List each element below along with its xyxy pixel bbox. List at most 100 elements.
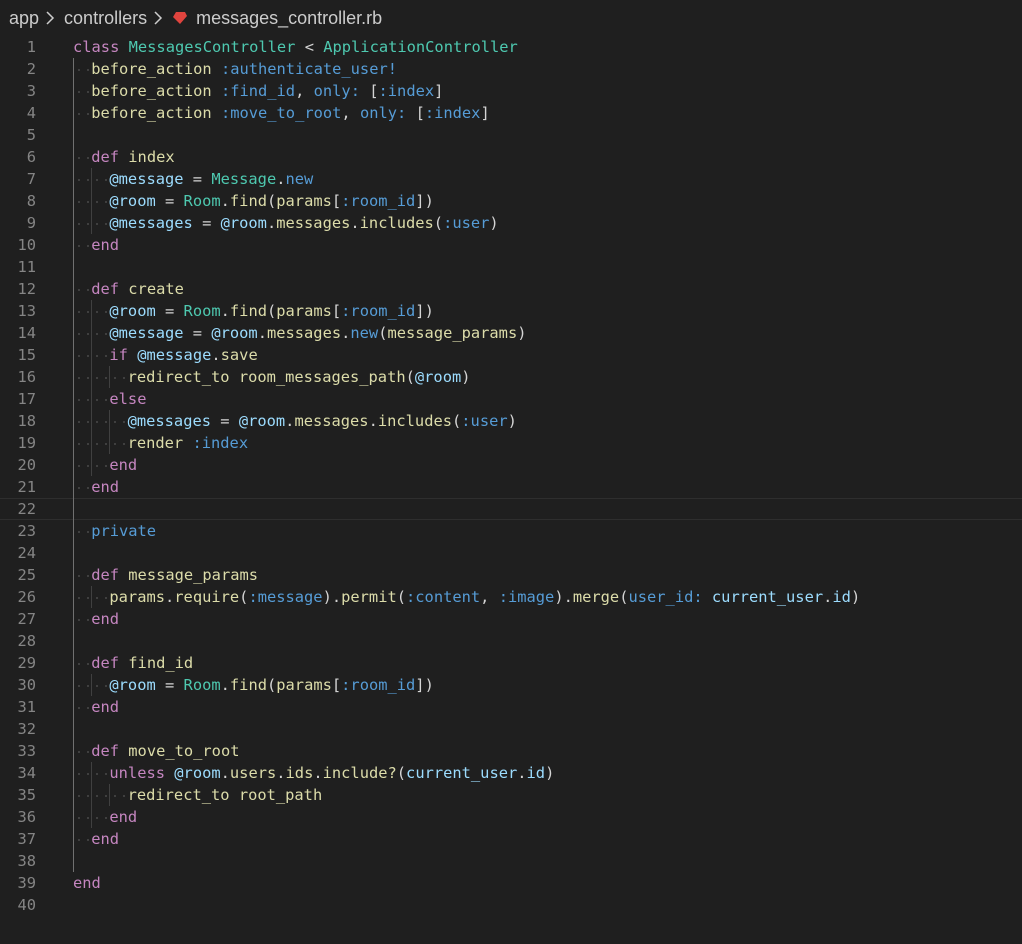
code-token: params	[276, 192, 332, 210]
code-token: save	[220, 346, 258, 364]
indent-guide	[73, 168, 74, 190]
code-line[interactable]: 15 if @message.save	[0, 344, 1022, 366]
line-number: 6	[26, 148, 36, 166]
whitespace-dot	[78, 69, 80, 71]
indent-guide	[91, 410, 93, 432]
indent-guide	[109, 432, 111, 454]
code-token: .	[276, 170, 286, 188]
code-line[interactable]: 38	[0, 850, 1022, 872]
code-line[interactable]: 40	[0, 894, 1022, 916]
code-line[interactable]: 14 @message = @room.messages.new(message_…	[0, 322, 1022, 344]
code-line[interactable]: 22	[0, 498, 1022, 520]
code-line[interactable]: 6 def index	[0, 146, 1022, 168]
code-line[interactable]: 27 end	[0, 608, 1022, 630]
code-token: redirect_to	[127, 368, 230, 386]
code-token: ])	[415, 302, 434, 320]
breadcrumb-item-app[interactable]: app	[9, 8, 39, 29]
breadcrumb: app controllers messages_controller.rb	[0, 0, 1022, 36]
code-line[interactable]: 32	[0, 718, 1022, 740]
code-line[interactable]: 11	[0, 256, 1022, 278]
code-token: messages	[294, 412, 369, 430]
code-token: end	[91, 236, 119, 254]
code-token: ])	[415, 192, 434, 210]
whitespace-dot	[87, 663, 89, 665]
code-line[interactable]: 30 @room = Room.find(params[:room_id])	[0, 674, 1022, 696]
code-line[interactable]: 12 def create	[0, 278, 1022, 300]
code-line[interactable]: 20 end	[0, 454, 1022, 476]
code-token: new	[350, 324, 379, 342]
code-token: else	[109, 390, 147, 408]
code-text: else	[109, 388, 146, 410]
whitespace-dot	[87, 179, 89, 181]
code-token: includes	[359, 214, 434, 232]
code-token: (	[433, 214, 444, 232]
code-line[interactable]: 19 render :index	[0, 432, 1022, 454]
code-token: ,	[480, 588, 499, 606]
code-line[interactable]: 31 end	[0, 696, 1022, 718]
code-token: )	[545, 764, 555, 782]
code-line[interactable]: 35 redirect_to root_path	[0, 784, 1022, 806]
code-line[interactable]: 8 @room = Room.find(params[:room_id])	[0, 190, 1022, 212]
line-number: 30	[17, 676, 36, 694]
code-line[interactable]: 36 end	[0, 806, 1022, 828]
code-line[interactable]: 13 @room = Room.find(params[:room_id])	[0, 300, 1022, 322]
code-line[interactable]: 28	[0, 630, 1022, 652]
line-number: 3	[26, 82, 36, 100]
code-text: redirect_to room_messages_path(@room)	[128, 366, 471, 388]
code-line[interactable]: 18 @messages = @room.messages.includes(:u…	[0, 410, 1022, 432]
breadcrumb-item-file[interactable]: messages_controller.rb	[196, 8, 382, 29]
code-line[interactable]: 16 redirect_to room_messages_path(@room)	[0, 366, 1022, 388]
whitespace-dot	[78, 487, 80, 489]
code-line[interactable]: 2 before_action :authenticate_user!	[0, 58, 1022, 80]
code-token: ).	[322, 588, 342, 606]
whitespace-dot	[78, 223, 80, 225]
whitespace-dot	[78, 685, 80, 687]
code-line[interactable]: 23 private	[0, 520, 1022, 542]
code-line[interactable]: 10 end	[0, 234, 1022, 256]
code-token: unless	[109, 764, 165, 782]
code-line[interactable]: 1 class MessagesController < ApplicationC…	[0, 36, 1022, 58]
indent-guide	[73, 520, 74, 542]
code-token: require	[174, 588, 240, 606]
code-token: ]	[480, 104, 490, 122]
code-line[interactable]: 39 end	[0, 872, 1022, 894]
code-text: def message_params	[91, 564, 258, 586]
indent-guide	[73, 498, 74, 520]
code-text: class MessagesController < ApplicationCo…	[73, 36, 518, 58]
code-line[interactable]: 33 def move_to_root	[0, 740, 1022, 762]
code-token: Message	[211, 170, 277, 188]
code-token: .	[341, 324, 351, 342]
code-line[interactable]: 34 unless @room.users.ids.include?(curren…	[0, 762, 1022, 784]
code-line[interactable]: 26 params.require(:message).permit(:conte…	[0, 586, 1022, 608]
code-line[interactable]: 17 else	[0, 388, 1022, 410]
code-token: end	[109, 808, 138, 826]
code-line[interactable]: 24	[0, 542, 1022, 564]
line-number: 33	[17, 742, 36, 760]
indent-guide	[73, 80, 74, 102]
code-line[interactable]: 29 def find_id	[0, 652, 1022, 674]
breadcrumb-item-controllers[interactable]: controllers	[64, 8, 147, 29]
code-token: :index	[378, 82, 435, 100]
code-editor[interactable]: 1 class MessagesController < ApplicationC…	[0, 36, 1022, 944]
code-line[interactable]: 9 @messages = @room.messages.includes(:us…	[0, 212, 1022, 234]
code-line[interactable]: 37 end	[0, 828, 1022, 850]
indent-guide	[91, 168, 93, 190]
code-line[interactable]: 3 before_action :find_id, only: [:index]	[0, 80, 1022, 102]
code-token: .	[220, 302, 230, 320]
code-line[interactable]: 25 def message_params	[0, 564, 1022, 586]
whitespace-dot	[87, 201, 89, 203]
whitespace-dot	[87, 443, 89, 445]
code-token: :room_id	[341, 676, 416, 694]
code-token: ,	[341, 104, 360, 122]
code-line[interactable]: 21 end	[0, 476, 1022, 498]
code-line[interactable]: 5	[0, 124, 1022, 146]
code-line[interactable]: 7 @message = Message.new	[0, 168, 1022, 190]
indent-guide	[91, 586, 93, 608]
code-line[interactable]: 4 before_action :move_to_root, only: [:in…	[0, 102, 1022, 124]
code-token: redirect_to	[127, 786, 230, 804]
code-text: def find_id	[91, 652, 193, 674]
code-text: end	[91, 234, 119, 256]
